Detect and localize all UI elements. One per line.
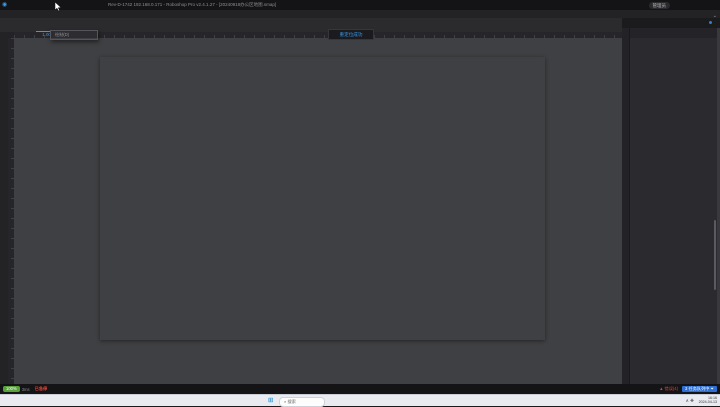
dropdown-title: 绘制(D) xyxy=(51,31,97,39)
error-count[interactable]: ▲ 错误(4) xyxy=(659,386,678,392)
map-sheet[interactable] xyxy=(100,57,545,340)
left-icon-strip xyxy=(0,32,8,384)
notification-dot xyxy=(709,21,712,24)
clock-date: 2024-04-13 xyxy=(699,400,717,404)
taskbar-search[interactable]: ⌕ 搜索 xyxy=(279,397,325,407)
panel-scrollbar[interactable] xyxy=(714,220,716,290)
start-button[interactable]: ⊞ xyxy=(268,397,275,404)
latency-label: 3ms xyxy=(22,387,30,392)
windows-taskbar: ⊞ ⌕ 搜索 ∧ ❖ 16:16 2024-04-13 xyxy=(0,394,720,406)
battery-badge: 100% xyxy=(3,386,20,392)
draw-tools-dropdown: 绘制(D) xyxy=(50,30,98,40)
right-properties-panel xyxy=(629,28,718,384)
ribbon-tab-bar xyxy=(0,10,720,18)
estop-alert: 已急停 xyxy=(35,386,48,392)
ribbon-collapse-icon[interactable]: ⌄ xyxy=(713,13,717,19)
status-bar: 100% 3ms 已急停 ▲ 错误(4) 3 任务队列中 ⏷ xyxy=(0,384,720,394)
relocate-toast: 重定位成功 xyxy=(328,29,374,40)
mouse-cursor xyxy=(55,2,62,12)
taskbar-clock[interactable]: 16:16 2024-04-13 xyxy=(699,396,717,405)
task-queue-badge[interactable]: 3 任务队列中 ⏷ xyxy=(682,386,717,393)
panel-gutter xyxy=(622,28,629,384)
user-badge[interactable]: 管理员 xyxy=(649,2,671,9)
panel-tab-bar xyxy=(630,28,718,38)
title-bar: ◉ Rev-D-1742 192.168.0.171 - Roboshop Pr… xyxy=(0,0,720,10)
app-logo-icon: ◉ xyxy=(2,2,9,9)
system-tray[interactable]: ∧ ❖ xyxy=(686,395,694,406)
window-title: Rev-D-1742 192.168.0.171 - Roboshop Pro … xyxy=(108,0,276,10)
